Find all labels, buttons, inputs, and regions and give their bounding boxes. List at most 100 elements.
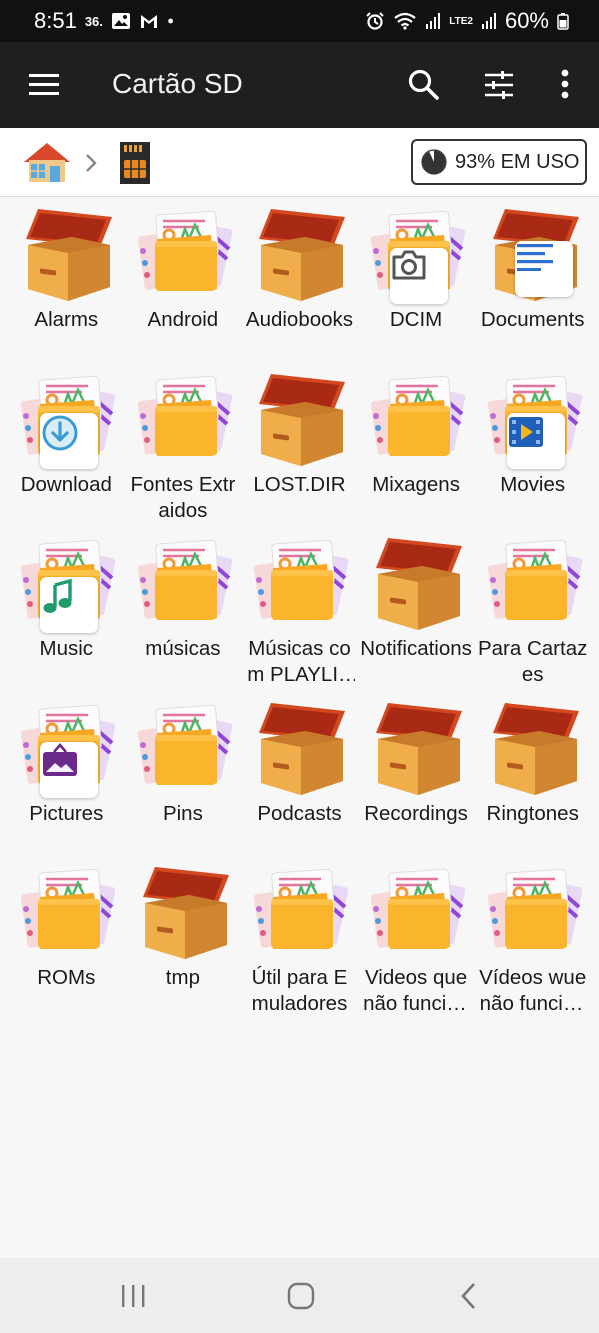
folder-icon [16,370,116,469]
folder-icon [366,370,466,468]
folder-item-audiobooks[interactable]: Audiobooks [241,205,358,370]
filter-sliders-icon[interactable] [482,68,516,102]
folder-label: Alarms [34,308,99,331]
folder-icon [133,205,233,303]
recent-apps-icon[interactable] [118,1282,148,1310]
folder-item-android[interactable]: Android [125,205,242,370]
folder-item-util-para-emuladores[interactable]: Útil para Emuladores [241,863,358,1028]
dot-icon [168,18,173,24]
gallery-icon [111,13,130,29]
folder-icon [366,205,466,304]
music-note-icon [40,577,99,633]
app-bar: Cartão SD [0,42,599,128]
movie-icon [506,412,565,469]
status-right: LTE2 60% [365,8,569,34]
alarm-icon [366,12,384,30]
folder-icon [249,863,349,961]
document-icon [514,241,573,297]
folder-label: Download [20,472,112,496]
usage-pie-icon [421,149,447,175]
folder-item-videos-que-nao-funcionam[interactable]: Videos que não funcionam [358,863,475,1028]
system-nav-bar [0,1258,599,1333]
folder-item-tmp[interactable]: tmp [125,863,242,1028]
folder-item-movies[interactable]: Movies [474,370,591,535]
wifi-icon [394,12,416,30]
status-notification-text: 36. [84,13,103,29]
search-icon[interactable] [406,67,440,101]
lte-label: LTE2 [449,15,473,27]
home-icon[interactable] [20,140,74,184]
folder-label: músicas [145,637,221,660]
folder-item-mixagens[interactable]: Mixagens [358,370,475,535]
folder-item-dcim[interactable]: DCIM [358,205,475,370]
box-folder-icon [483,205,583,303]
folder-item-lost-dir[interactable]: LOST.DIR [241,370,358,535]
camera-icon [390,248,449,304]
folder-item-fontes-extraidos[interactable]: Fontes Extraidos [125,370,242,535]
folder-label: Movies [500,472,566,496]
status-time: 8:51 [34,8,77,33]
picture-icon [40,741,99,798]
folder-item-recordings[interactable]: Recordings [358,699,475,864]
folder-item-pictures[interactable]: Pictures [8,699,125,864]
home-nav-icon[interactable] [286,1281,316,1311]
folder-item-documents[interactable]: Documents [474,205,591,370]
folder-label: Android [147,308,219,331]
folder-icon [16,699,116,798]
folder-item-podcasts[interactable]: Podcasts [241,699,358,864]
folder-grid: Alarms Android Audiobooks DCIM Documents Down… [8,205,591,1028]
menu-icon[interactable] [28,70,60,100]
chevron-right-icon [86,154,97,172]
folder-label: Documents [480,308,585,331]
folder-label: Videos que não funcionam [363,966,470,1015]
sd-card-icon[interactable] [116,140,154,186]
folder-label: Músicas com PLAYLISTS [247,637,352,686]
page-title: Cartão SD [112,68,243,99]
status-bar: 8:51 36. LTE2 60% [0,0,599,42]
folder-item-ringtones[interactable]: Ringtones [474,699,591,864]
folder-item-roms[interactable]: ROMs [8,863,125,1028]
folder-icon [249,534,349,632]
folder-item-music[interactable]: Music [8,534,125,699]
folder-label: Útil para Emuladores [251,966,348,1015]
usage-label: 93% EM USO [455,150,580,173]
folder-item-alarms[interactable]: Alarms [8,205,125,370]
box-folder-icon [133,863,233,961]
status-left: 8:51 36. [34,8,179,34]
box-folder-icon [249,205,349,303]
folder-icon [133,370,233,468]
back-icon[interactable] [458,1281,478,1311]
folder-item-musicas[interactable]: músicas [125,534,242,699]
folder-label: Mixagens [372,472,460,496]
folder-label: ROMs [37,966,96,989]
folder-label: Podcasts [257,801,342,825]
signal-icon [426,13,441,29]
folder-label: Fontes Extraidos [130,472,236,522]
more-vert-icon[interactable] [552,66,578,102]
folder-item-pins[interactable]: Pins [125,699,242,864]
box-folder-icon [249,699,349,797]
folder-label: Pins [162,801,203,825]
folder-icon [133,534,233,632]
folder-item-musicas-com-playlists[interactable]: Músicas com PLAYLISTS [241,534,358,699]
folder-label: Vídeos wue não funcionam [479,966,587,1015]
box-folder-icon [16,205,116,303]
folder-icon [366,863,466,961]
storage-usage-button[interactable]: 93% EM USO [411,139,587,185]
folder-item-videos-wue-nao-funcionam[interactable]: Vídeos wue não funcionam [474,863,591,1028]
gmail-icon [140,15,157,28]
folder-label: DCIM [389,308,443,331]
folder-icon [16,863,116,961]
battery-percent: 60% [504,8,549,33]
folder-label: LOST.DIR [253,472,346,496]
signal-icon-2 [481,13,496,29]
battery-icon [557,13,569,30]
box-folder-icon [249,370,349,468]
folder-label: Ringtones [486,801,579,825]
folder-item-download[interactable]: Download [8,370,125,535]
folder-item-para-cartazes[interactable]: Para Cartazes [474,534,591,699]
folder-item-notifications[interactable]: Notifications [358,534,475,699]
folder-icon [483,370,583,469]
folder-icon [483,863,583,961]
folder-icon [16,534,116,633]
